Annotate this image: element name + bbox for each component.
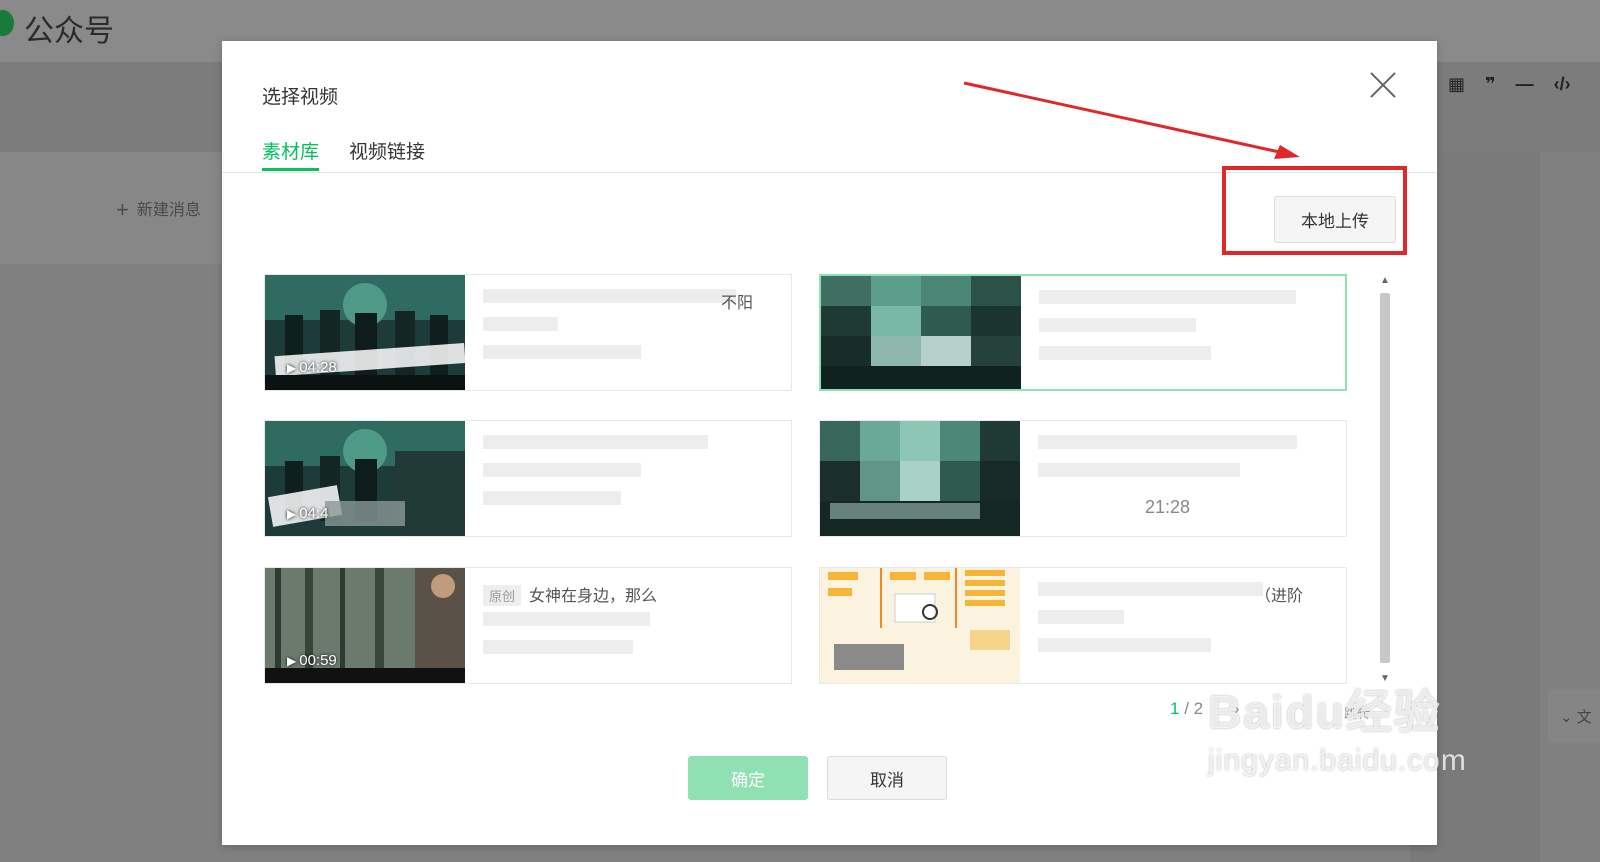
duration-label: ▶ 04:28 <box>287 359 337 376</box>
app-brand: 公众号 <box>24 15 114 48</box>
video-card[interactable]: ▶ 04:28 不阳 <box>264 274 792 391</box>
tab-library[interactable]: 素材库 <box>262 137 320 171</box>
duration-label: ▶ 04:4 <box>287 505 329 522</box>
table-icon[interactable]: ▦ <box>1448 74 1465 95</box>
page-current: 1 <box>1170 699 1180 718</box>
play-icon: ▶ <box>287 361 297 375</box>
original-tag: 原创 <box>483 585 522 606</box>
video-card-selected[interactable] <box>819 274 1347 391</box>
new-message-label: 新建消息 <box>136 202 201 219</box>
video-meta <box>1039 290 1325 374</box>
video-title-snippet: （进阶 <box>1255 588 1304 605</box>
code-icon[interactable]: ‹/› <box>1554 74 1571 95</box>
video-duration: 21:28 <box>1145 497 1191 517</box>
cancel-button[interactable]: 取消 <box>827 756 947 800</box>
tab-video-link[interactable]: 视频链接 <box>349 137 425 171</box>
next-page-icon[interactable]: › <box>1234 699 1240 718</box>
tab-bar: 素材库 视频链接 <box>262 137 425 171</box>
video-card[interactable]: ▶ 04:4 <box>264 420 792 537</box>
video-meta <box>483 612 771 668</box>
new-message-button[interactable]: + 新建消息 <box>116 196 201 223</box>
scroll-down-icon[interactable]: ▼ <box>1380 673 1390 684</box>
select-video-dialog: 选择视频 素材库 视频链接 本地上传 ▶ 04:28 不阳 ▶ 04:4 21:… <box>222 41 1437 845</box>
tab-divider <box>222 172 1437 173</box>
play-icon: ▶ <box>287 654 297 668</box>
app-logo <box>0 10 14 36</box>
video-thumbnail <box>820 421 1020 536</box>
video-thumbnail: ▶ 04:28 <box>265 275 465 390</box>
dialog-title: 选择视频 <box>262 87 339 108</box>
pagination: 1 / 2 › <box>1170 699 1240 719</box>
page-total: / 2 <box>1184 699 1204 718</box>
video-meta <box>1038 435 1326 491</box>
video-thumbnail: ▶ 00:59 <box>265 568 465 683</box>
side-label: 文 <box>1576 709 1592 726</box>
duration-label: ▶ 00:59 <box>287 652 337 669</box>
scroll-thumb[interactable] <box>1380 293 1390 663</box>
close-icon[interactable] <box>1369 71 1397 99</box>
confirm-button[interactable]: 确定 <box>688 756 808 800</box>
video-title-snippet: 不阳 <box>721 295 754 312</box>
video-card[interactable]: （进阶 <box>819 567 1347 684</box>
scroll-up-icon[interactable]: ▲ <box>1380 275 1390 286</box>
video-thumbnail <box>820 568 1020 683</box>
plus-icon: + <box>116 197 129 222</box>
play-icon: ▶ <box>287 507 297 521</box>
quote-icon[interactable]: ❞ <box>1485 74 1496 95</box>
jump-button[interactable]: 跳转 <box>1344 703 1370 722</box>
local-upload-button[interactable]: 本地上传 <box>1274 196 1396 243</box>
video-thumbnail <box>821 276 1021 389</box>
video-meta <box>483 435 771 519</box>
list-scrollbar[interactable]: ▲ ▼ <box>1376 273 1394 693</box>
video-title-snippet: 原创 女神在身边，那么 <box>483 582 657 606</box>
video-card[interactable]: ▶ 00:59 原创 女神在身边，那么 <box>264 567 792 684</box>
side-collapse[interactable]: ⌄ 文 <box>1548 690 1600 742</box>
toolbar-icons: ▦ ❞ — ‹/› <box>1448 74 1571 95</box>
chevron-down-icon: ⌄ <box>1560 709 1573 726</box>
video-thumbnail: ▶ 04:4 <box>265 421 465 536</box>
video-card[interactable]: 21:28 <box>819 420 1347 537</box>
divider-icon[interactable]: — <box>1516 74 1534 95</box>
